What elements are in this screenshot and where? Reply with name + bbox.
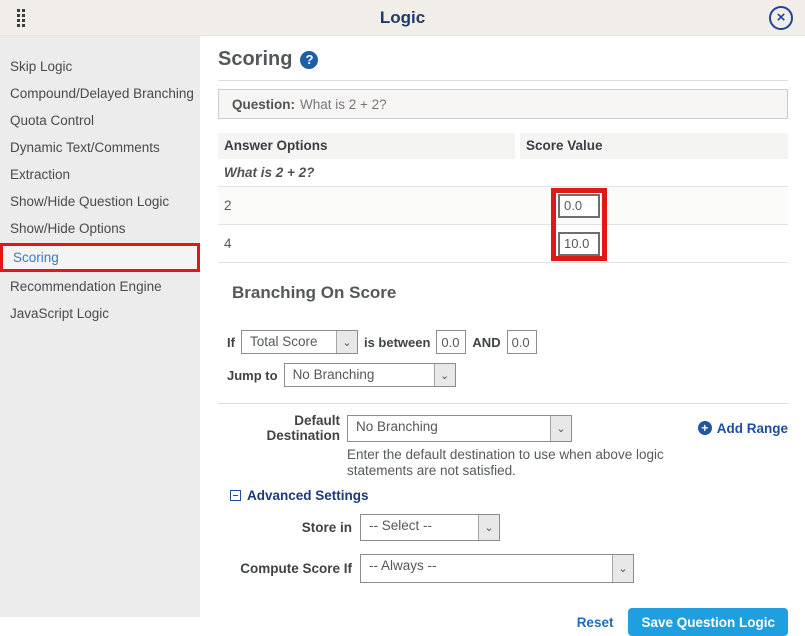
dialog-title: Logic [0, 8, 805, 28]
range-min-input[interactable] [436, 330, 466, 354]
default-destination-label: Default Destination [218, 413, 340, 443]
jump-to-label: Jump to [227, 368, 278, 383]
sidebar-item-javascript-logic[interactable]: JavaScript Logic [0, 300, 200, 327]
compute-score-if-select[interactable]: -- Always -- ⌄ [360, 554, 634, 583]
sidebar-item-scoring[interactable]: Scoring [3, 246, 197, 269]
collapse-minus-icon [230, 490, 241, 501]
close-icon[interactable]: × [769, 6, 793, 30]
sidebar-item-compound-delayed-branching[interactable]: Compound/Delayed Branching [0, 80, 200, 107]
question-text: What is 2 + 2? [300, 97, 387, 112]
branching-condition-row: If Total Score ⌄ is between AND [227, 330, 788, 354]
branching-on-score-title: Branching On Score [232, 283, 788, 303]
if-label: If [227, 335, 235, 350]
scoring-panel: Scoring ? Question: What is 2 + 2? Answe… [200, 36, 805, 617]
sidebar-item-show-hide-options[interactable]: Show/Hide Options [0, 215, 200, 242]
advanced-settings-toggle[interactable]: Advanced Settings [230, 488, 788, 503]
score-cell [515, 194, 788, 218]
chevron-down-icon: ⌄ [478, 515, 499, 540]
page-title: Scoring [218, 48, 292, 71]
col-answer-options: Answer Options [218, 133, 515, 159]
add-range-button[interactable]: + Add Range [698, 421, 788, 436]
sidebar-item-extraction[interactable]: Extraction [0, 161, 200, 188]
default-destination-help-text: Enter the default destination to use whe… [347, 447, 727, 478]
store-in-row: Store in -- Select -- ⌄ [218, 514, 788, 541]
answer-option-label: 2 [218, 198, 515, 213]
table-row: 2 [218, 187, 788, 225]
table-row: 4 [218, 225, 788, 263]
score-cell [515, 232, 788, 256]
col-score-value: Score Value [520, 133, 788, 159]
title-divider [218, 80, 788, 81]
jump-to-row: Jump to No Branching ⌄ [227, 363, 788, 387]
chevron-down-icon: ⌄ [434, 364, 455, 386]
question-group-row: What is 2 + 2? [218, 159, 788, 187]
jump-to-select[interactable]: No Branching ⌄ [284, 363, 456, 387]
logic-sidebar: Skip Logic Compound/Delayed Branching Qu… [0, 36, 200, 617]
compute-score-if-label: Compute Score If [218, 561, 352, 576]
score-table: Answer Options Score Value What is 2 + 2… [218, 133, 788, 263]
score-metric-select[interactable]: Total Score ⌄ [241, 330, 358, 354]
and-label: AND [472, 335, 500, 350]
range-max-input[interactable] [507, 330, 537, 354]
save-question-logic-button[interactable]: Save Question Logic [628, 608, 788, 636]
store-in-value: -- Select -- [361, 515, 478, 540]
question-box: Question: What is 2 + 2? [218, 89, 788, 119]
score-table-header: Answer Options Score Value [218, 133, 788, 159]
sidebar-item-recommendation-engine[interactable]: Recommendation Engine [0, 273, 200, 300]
compute-score-if-value: -- Always -- [361, 555, 612, 582]
section-divider [218, 403, 788, 404]
dialog-body: Skip Logic Compound/Delayed Branching Qu… [0, 36, 805, 617]
scoring-annotation-box: Scoring [0, 243, 200, 272]
plus-circle-icon: + [698, 421, 712, 435]
chevron-down-icon: ⌄ [550, 416, 571, 441]
score-value-input[interactable] [558, 194, 600, 218]
page-title-row: Scoring ? [218, 48, 788, 71]
sidebar-item-dynamic-text-comments[interactable]: Dynamic Text/Comments [0, 134, 200, 161]
footer-actions: Reset Save Question Logic [218, 608, 788, 636]
answer-option-label: 4 [218, 236, 515, 251]
sidebar-item-skip-logic[interactable]: Skip Logic [0, 53, 200, 80]
default-destination-row: Default Destination No Branching ⌄ + Add… [218, 413, 788, 443]
store-in-select[interactable]: -- Select -- ⌄ [360, 514, 500, 541]
score-value-input[interactable] [558, 232, 600, 256]
add-range-label: Add Range [717, 421, 788, 436]
chevron-down-icon: ⌄ [612, 555, 633, 582]
advanced-settings-label: Advanced Settings [247, 488, 369, 503]
help-icon[interactable]: ? [300, 51, 318, 69]
is-between-label: is between [364, 335, 430, 350]
jump-to-value: No Branching [285, 364, 434, 386]
default-destination-select[interactable]: No Branching ⌄ [347, 415, 572, 442]
score-metric-value: Total Score [242, 331, 336, 353]
default-destination-value: No Branching [348, 416, 550, 441]
sidebar-item-show-hide-question-logic[interactable]: Show/Hide Question Logic [0, 188, 200, 215]
chevron-down-icon: ⌄ [336, 331, 357, 353]
compute-score-row: Compute Score If -- Always -- ⌄ [218, 554, 788, 583]
store-in-label: Store in [218, 520, 352, 535]
dialog-header: Logic × [0, 0, 805, 36]
question-label: Question: [232, 97, 295, 112]
sidebar-item-quota-control[interactable]: Quota Control [0, 107, 200, 134]
